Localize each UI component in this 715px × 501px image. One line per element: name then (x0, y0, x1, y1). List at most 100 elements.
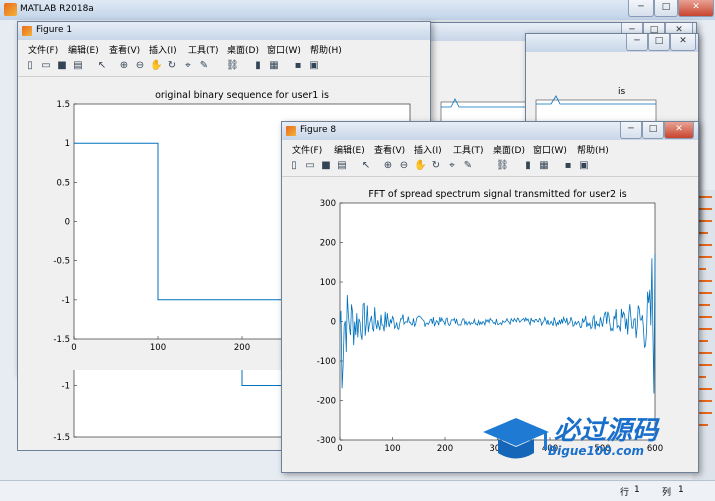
menu-help[interactable]: 帮助(H) (310, 43, 342, 56)
brush-icon[interactable]: ✎ (198, 60, 210, 72)
menu-desktop[interactable]: 桌面(D) (493, 143, 525, 156)
y-tick-label: 0 (331, 318, 336, 328)
figure8-toolbar: ▯ ▭ ■ ▤ ↖ ⊕ ⊖ ✋ ↻ ⌖ ✎ ⛓ ▮ ▦ ▪ ▣ (282, 156, 698, 177)
open-file-icon[interactable]: ▭ (40, 60, 52, 72)
y-tick-label: 1.5 (56, 100, 70, 110)
maximize-button[interactable]: □ (648, 34, 670, 51)
pointer-icon[interactable]: ↖ (360, 160, 372, 172)
hide-tools-icon[interactable]: ▪ (292, 60, 304, 72)
pointer-icon[interactable]: ↖ (96, 60, 108, 72)
new-figure-icon[interactable]: ▯ (24, 60, 36, 72)
show-tools-icon[interactable]: ▣ (308, 60, 320, 72)
save-icon[interactable]: ■ (56, 60, 68, 72)
status-col-value: 1 (678, 485, 684, 495)
y-tick-label: -1 (62, 381, 70, 391)
chart-title: original binary sequence for user1 is (155, 90, 329, 101)
figure1-toolbar: ▯ ▭ ■ ▤ ↖ ⊕ ⊖ ✋ ↻ ⌖ ✎ ⛓ ▮ ▦ ▪ ▣ (18, 56, 430, 77)
status-bar: 行 1 列 1 (0, 480, 715, 501)
open-file-icon[interactable]: ▭ (304, 160, 316, 172)
menu-insert[interactable]: 插入(I) (149, 43, 177, 56)
pan-icon[interactable]: ✋ (414, 160, 426, 172)
x-tick-label: 0 (71, 343, 76, 353)
link-icon[interactable]: ⛓ (496, 160, 509, 172)
x-tick-label: 100 (150, 343, 166, 353)
maximize-button[interactable]: □ (642, 122, 664, 139)
minimize-button[interactable]: ─ (620, 122, 642, 139)
menu-file[interactable]: 文件(F) (28, 43, 58, 56)
menu-edit[interactable]: 编辑(E) (68, 43, 99, 56)
background-figure-lower: -1 -1.5 (17, 367, 410, 451)
save-icon[interactable]: ■ (320, 160, 332, 172)
figure8-title: Figure 8 (300, 125, 337, 135)
watermark-url: Bigue100.com (548, 444, 644, 458)
y-tick-label: -0.5 (53, 257, 70, 267)
status-row-value: 1 (634, 485, 640, 495)
menu-desktop[interactable]: 桌面(D) (227, 43, 259, 56)
menu-view[interactable]: 查看(V) (374, 143, 405, 156)
link-icon[interactable]: ⛓ (226, 60, 239, 72)
menu-tools[interactable]: 工具(T) (453, 143, 484, 156)
new-figure-icon[interactable]: ▯ (288, 160, 300, 172)
x-tick-label: 0 (337, 444, 342, 454)
zoom-in-icon[interactable]: ⊕ (382, 160, 394, 172)
plot-axes-box (339, 202, 656, 441)
menu-window[interactable]: 窗口(W) (267, 43, 301, 56)
minimize-button[interactable]: ─ (628, 0, 654, 17)
close-button[interactable]: ✕ (678, 0, 714, 17)
y-tick-label: -100 (317, 357, 336, 367)
y-tick-label: -1 (62, 296, 70, 306)
hide-tools-icon[interactable]: ▪ (562, 160, 574, 172)
legend-icon[interactable]: ▦ (268, 60, 280, 72)
colorbar-icon[interactable]: ▮ (522, 160, 534, 172)
menu-window[interactable]: 窗口(W) (533, 143, 567, 156)
y-tick-label: 0.5 (56, 178, 70, 188)
figure1-titlebar: Figure 1 (18, 22, 430, 40)
figure8-menubar: 文件(F) 编辑(E) 查看(V) 插入(I) 工具(T) 桌面(D) 窗口(W… (282, 140, 698, 156)
lower-figure-chart: -1 -1.5 (53, 367, 410, 443)
zoom-out-icon[interactable]: ⊖ (134, 60, 146, 72)
menu-file[interactable]: 文件(F) (292, 143, 322, 156)
menu-insert[interactable]: 插入(I) (414, 143, 442, 156)
menu-view[interactable]: 查看(V) (109, 43, 140, 56)
show-tools-icon[interactable]: ▣ (578, 160, 590, 172)
status-col-label: 列 (662, 488, 672, 498)
data-cursor-icon[interactable]: ⌖ (446, 160, 458, 172)
brush-icon[interactable]: ✎ (462, 160, 474, 172)
menu-tools[interactable]: 工具(T) (188, 43, 219, 56)
zoom-in-icon[interactable]: ⊕ (118, 60, 130, 72)
x-tick-label: 200 (234, 343, 250, 353)
legend-icon[interactable]: ▦ (538, 160, 550, 172)
print-icon[interactable]: ▤ (336, 160, 348, 172)
minimize-button[interactable]: ─ (626, 34, 648, 51)
close-button[interactable]: ✕ (664, 122, 694, 139)
close-button[interactable]: ✕ (670, 34, 696, 51)
y-tick-label: 1 (65, 139, 70, 149)
zoom-out-icon[interactable]: ⊖ (398, 160, 410, 172)
plot-axes-box (73, 367, 294, 438)
menu-help[interactable]: 帮助(H) (577, 143, 609, 156)
y-tick-label: -300 (317, 436, 336, 446)
y-tick-label: -1.5 (53, 335, 70, 345)
x-tick-label: 200 (437, 444, 453, 454)
menu-edit[interactable]: 编辑(E) (334, 143, 365, 156)
colorbar-icon[interactable]: ▮ (252, 60, 264, 72)
graduation-cap-icon (483, 418, 549, 459)
x-tick-label: 100 (384, 444, 400, 454)
status-row-label: 行 (620, 488, 630, 498)
print-icon[interactable]: ▤ (72, 60, 84, 72)
chart-title: FFT of spread spectrum signal transmitte… (368, 189, 626, 200)
y-tick-label: 100 (320, 278, 336, 288)
figure1-menubar: 文件(F) 编辑(E) 查看(V) 插入(I) 工具(T) 桌面(D) 窗口(W… (18, 40, 430, 56)
app-title: MATLAB R2018a (20, 4, 94, 14)
background-figure-2-title-tail: is (618, 87, 626, 97)
pan-icon[interactable]: ✋ (150, 60, 162, 72)
data-cursor-icon[interactable]: ⌖ (182, 60, 194, 72)
y-tick-label: 0 (65, 218, 70, 228)
maximize-button[interactable]: □ (654, 0, 678, 17)
matlab-logo-icon (4, 3, 17, 16)
rotate-icon[interactable]: ↻ (166, 60, 178, 72)
rotate-icon[interactable]: ↻ (430, 160, 442, 172)
watermark: 必过源码 Bigue100.com (478, 410, 698, 470)
y-tick-label: -200 (317, 397, 336, 407)
figure1-title: Figure 1 (36, 25, 73, 35)
